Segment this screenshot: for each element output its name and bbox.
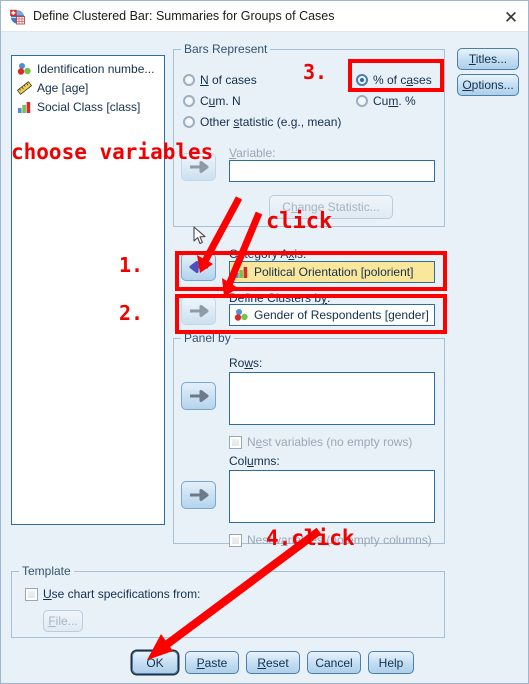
ok-button[interactable]: OK bbox=[132, 651, 178, 674]
move-rows-button[interactable] bbox=[181, 382, 216, 410]
scale-ruler-icon bbox=[16, 80, 33, 95]
checkbox-indicator bbox=[229, 435, 242, 449]
variable-label: Variable: bbox=[229, 146, 276, 160]
annotation-click: click bbox=[266, 209, 333, 234]
mouse-cursor-icon bbox=[193, 226, 206, 245]
list-item[interactable]: Age [age] bbox=[12, 78, 164, 97]
radio-label: Cum. N bbox=[200, 94, 241, 108]
close-icon[interactable]: ✕ bbox=[500, 6, 522, 28]
radio-n-of-cases[interactable]: N of cases bbox=[183, 73, 257, 87]
radio-label: N of cases bbox=[200, 73, 257, 87]
nest-rows-checkbox[interactable]: Nest variables (no empty rows) bbox=[229, 435, 412, 449]
source-variable-list[interactable]: Identification numbe... Age [age] Social… bbox=[11, 55, 165, 525]
annotation-box-category-axis bbox=[175, 251, 447, 291]
use-chart-specifications-checkbox[interactable]: Use chart specifications from: bbox=[25, 587, 200, 601]
checkbox-indicator bbox=[229, 533, 242, 547]
annotation-box-percent-of-cases bbox=[348, 59, 444, 92]
radio-label: Other statistic (e.g., mean) bbox=[200, 115, 342, 129]
variable-field-value bbox=[230, 161, 434, 181]
annotation-choose-variables: choose variables bbox=[11, 140, 214, 164]
radio-indicator bbox=[183, 95, 195, 107]
list-item[interactable]: Social Class [class] bbox=[12, 97, 164, 116]
radio-label: Cum. % bbox=[373, 94, 416, 108]
help-button[interactable]: Help bbox=[368, 651, 414, 674]
rows-field-value bbox=[230, 373, 434, 424]
list-item-label: Social Class [class] bbox=[37, 99, 141, 114]
use-chart-specifications-label: Use chart specifications from: bbox=[43, 587, 201, 601]
template-title: Template bbox=[19, 564, 74, 578]
rows-field[interactable] bbox=[229, 372, 435, 425]
reset-button[interactable]: Reset bbox=[246, 651, 300, 674]
nominal-icon bbox=[17, 62, 32, 76]
nest-rows-label: Nest variables (no empty rows) bbox=[247, 435, 413, 449]
bars-represent-title: Bars Represent bbox=[181, 42, 271, 56]
window-title: Define Clustered Bar: Summaries for Grou… bbox=[33, 9, 335, 23]
move-columns-button[interactable] bbox=[181, 481, 216, 509]
list-item[interactable]: Identification numbe... bbox=[12, 59, 164, 78]
radio-indicator bbox=[183, 116, 195, 128]
annotation-step-2: 2. bbox=[119, 301, 144, 325]
variable-field[interactable] bbox=[229, 160, 435, 182]
checkbox-indicator bbox=[25, 587, 38, 601]
spss-define-clustered-bar-dialog: Define Clustered Bar: Summaries for Grou… bbox=[0, 0, 529, 684]
paste-button[interactable]: Paste bbox=[185, 651, 239, 674]
titles-button[interactable]: Titles... bbox=[457, 48, 519, 70]
title-bar: Define Clustered Bar: Summaries for Grou… bbox=[1, 1, 528, 32]
radio-indicator bbox=[183, 74, 195, 86]
annotation-step-1: 1. bbox=[119, 253, 144, 277]
columns-label: Columns: bbox=[229, 454, 280, 468]
annotation-step-3: 3. bbox=[303, 60, 328, 84]
annotation-box-define-clusters bbox=[175, 294, 447, 334]
columns-field-value bbox=[230, 471, 434, 522]
cancel-button[interactable]: Cancel bbox=[307, 651, 361, 674]
spss-chart-icon bbox=[9, 8, 26, 25]
ordinal-bar-icon bbox=[17, 100, 32, 114]
list-item-label: Identification numbe... bbox=[37, 61, 155, 76]
radio-indicator bbox=[356, 95, 368, 107]
radio-other-statistic[interactable]: Other statistic (e.g., mean) bbox=[183, 115, 341, 129]
list-item-label: Age [age] bbox=[37, 80, 89, 95]
options-button[interactable]: Options... bbox=[457, 74, 519, 96]
rows-label: Rows: bbox=[229, 356, 263, 370]
radio-cum-percent[interactable]: Cum. % bbox=[356, 94, 416, 108]
columns-field[interactable] bbox=[229, 470, 435, 523]
annotation-step-4-click: 4.click bbox=[266, 526, 355, 550]
file-button[interactable]: File... bbox=[43, 610, 83, 632]
radio-cum-n[interactable]: Cum. N bbox=[183, 94, 241, 108]
